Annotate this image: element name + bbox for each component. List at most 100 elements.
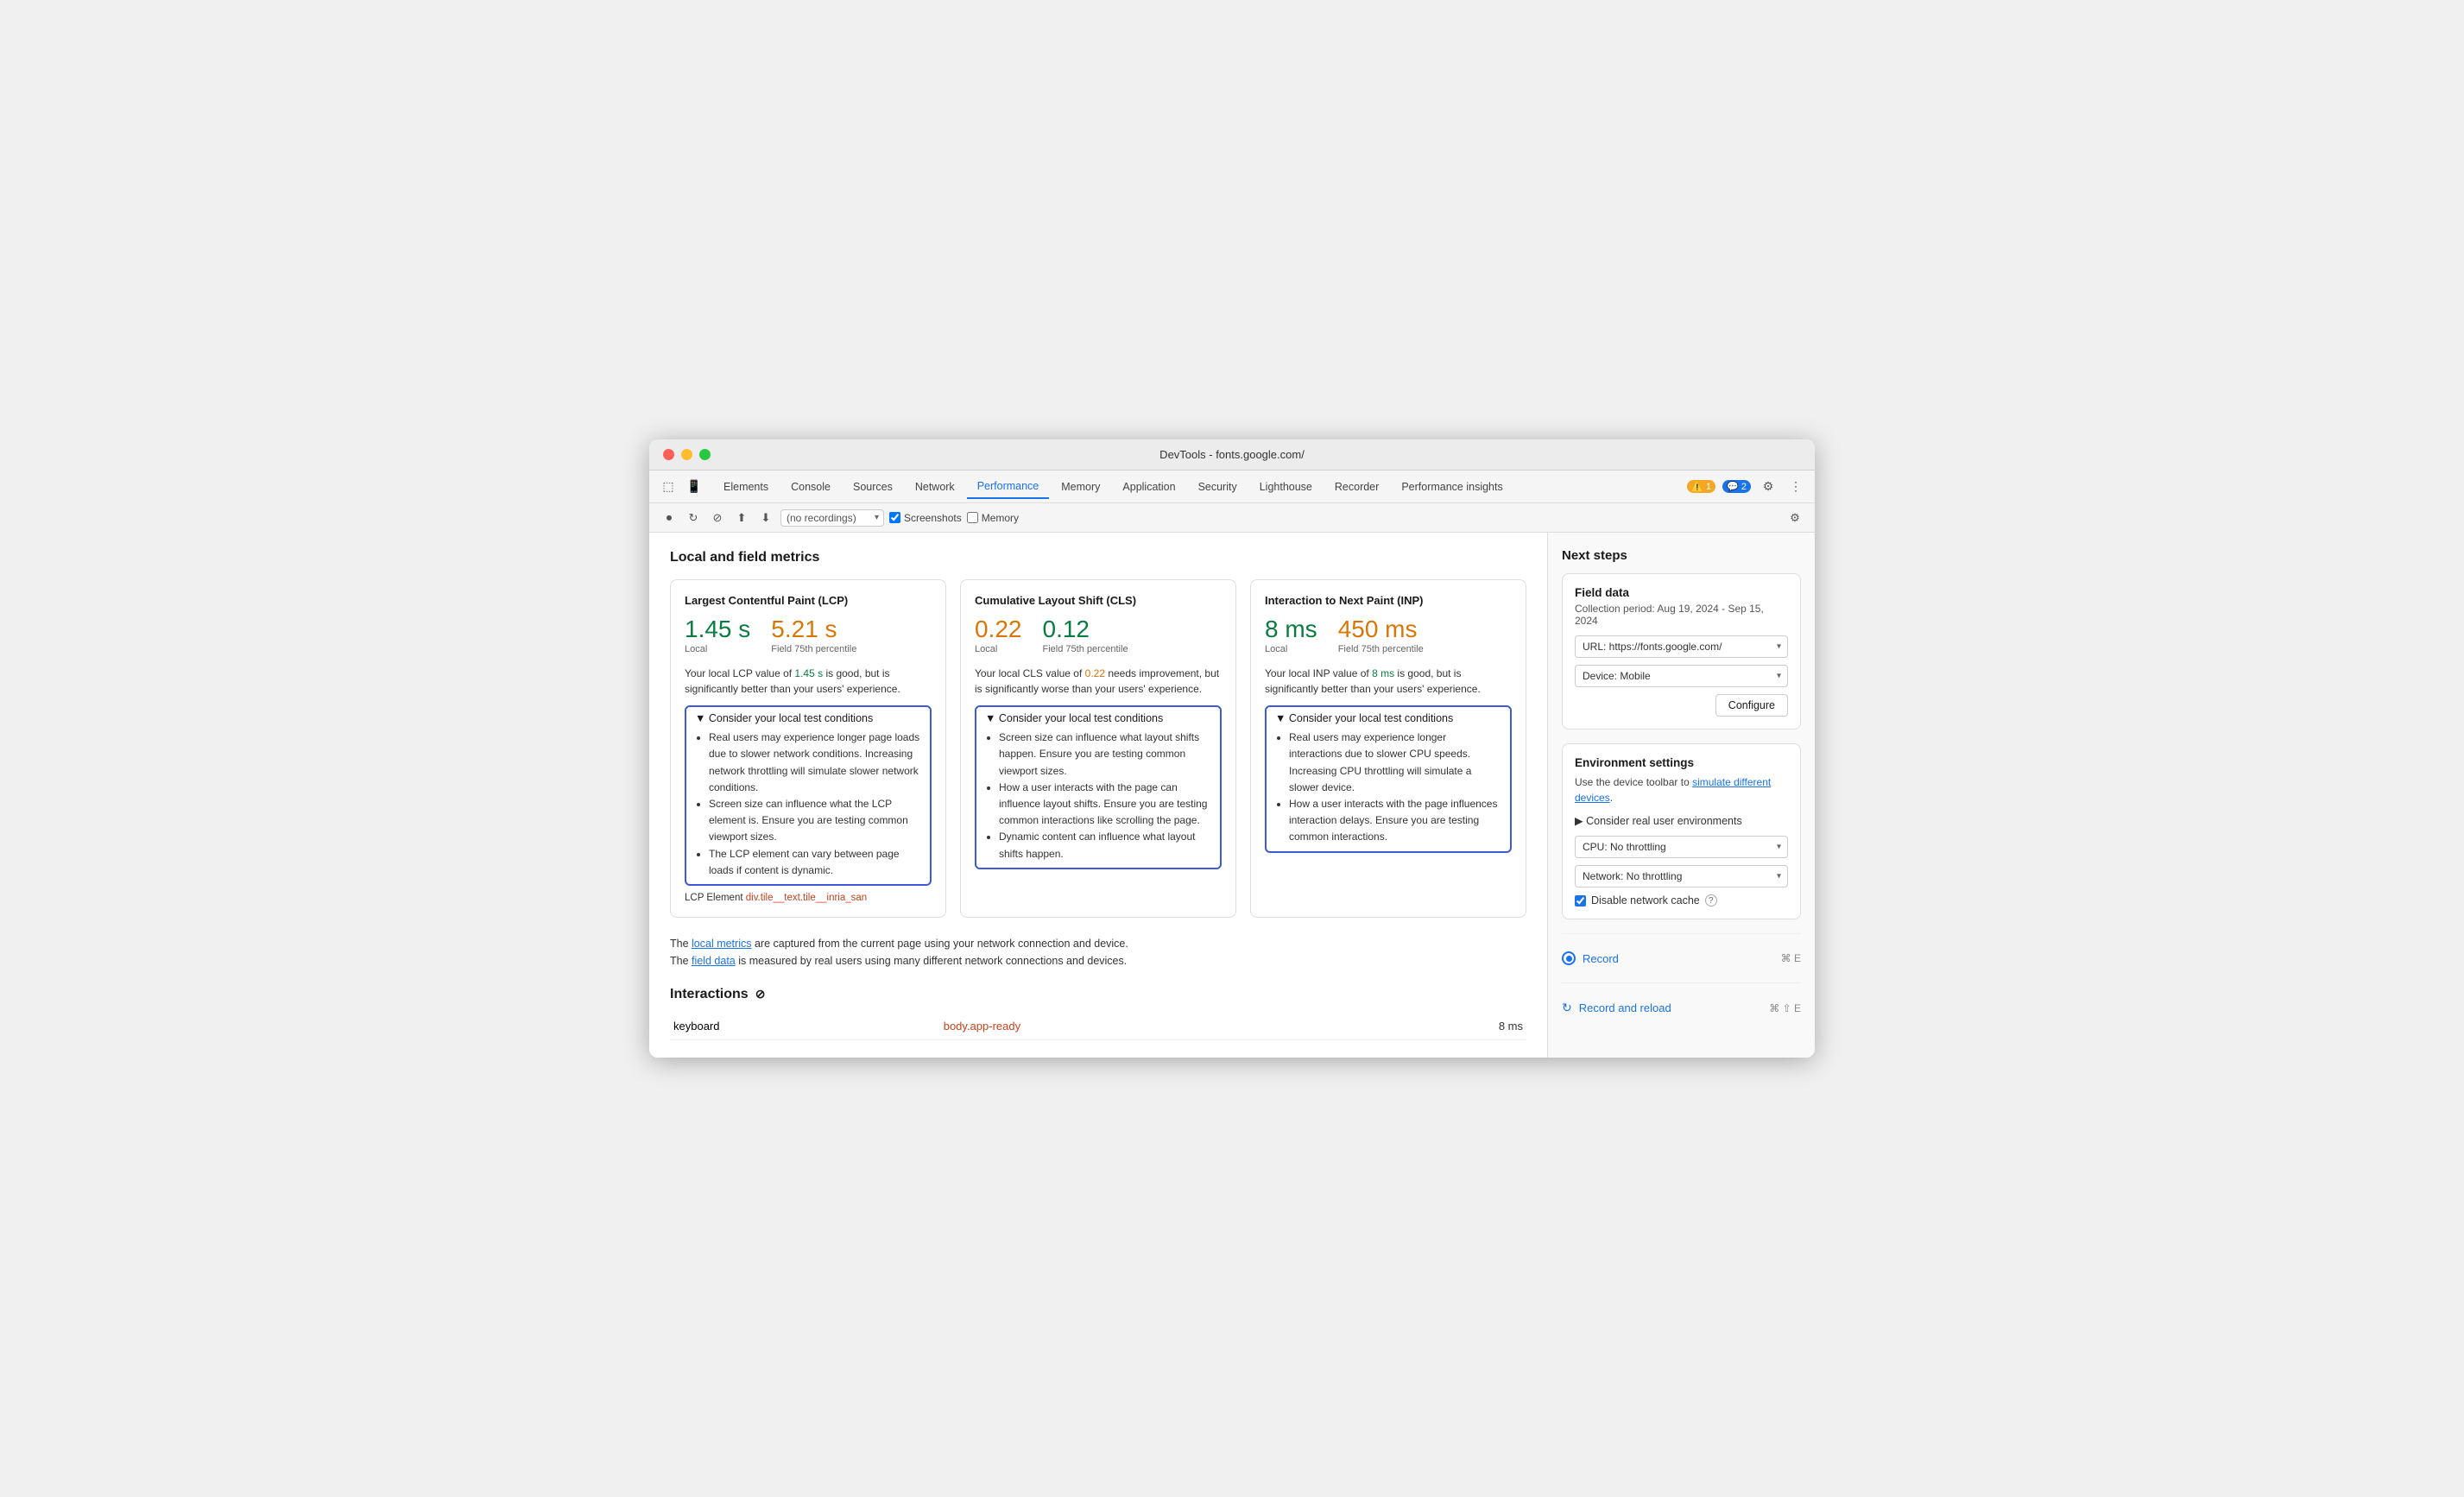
screenshots-checkbox[interactable] [889,512,900,523]
divider [1562,933,1801,934]
disable-cache-checkbox[interactable] [1575,895,1586,906]
local-metrics-link[interactable]: local metrics [692,938,751,950]
record-shortcut: ⌘ E [1781,952,1801,964]
reload-icon: ↻ [1562,1001,1572,1015]
lcp-consider-title[interactable]: ▼ Consider your local test conditions [695,712,921,724]
disable-cache-label: Disable network cache [1591,894,1700,906]
screenshots-checkbox-label[interactable]: Screenshots [889,512,962,524]
tab-lighthouse[interactable]: Lighthouse [1249,476,1323,498]
cls-local: 0.22 Local [975,616,1022,655]
close-button[interactable] [663,449,674,460]
lcp-consider-box[interactable]: ▼ Consider your local test conditions Re… [685,705,932,886]
record-reload-row[interactable]: ↻ Record and reload ⌘ ⇧ E [1562,995,1801,1020]
list-item: Screen size can influence what the LCP e… [709,796,921,846]
cls-consider-box[interactable]: ▼ Consider your local test conditions Sc… [975,705,1222,869]
more-icon[interactable]: ⋮ [1785,477,1806,497]
interaction-selector[interactable]: body.app-ready [944,1020,1020,1033]
lcp-local-value: 1.45 s [685,616,750,643]
inp-card: Interaction to Next Paint (INP) 8 ms Loc… [1250,579,1526,918]
field-data-link[interactable]: field data [692,955,736,967]
warning-badge: ⚠️ 1 [1687,480,1715,493]
record-button[interactable]: ⏺ [660,508,679,527]
inp-local: 8 ms Local [1265,616,1317,655]
list-item: How a user interacts with the page influ… [1289,796,1501,846]
device-icon[interactable]: 📱 [684,477,704,497]
interaction-name: keyboard [670,1013,940,1040]
env-card: Environment settings Use the device tool… [1562,743,1801,919]
device-select-wrapper[interactable]: Device: Mobile [1575,665,1788,687]
cls-field-label: Field 75th percentile [1043,643,1128,655]
download-button[interactable]: ⬇ [756,508,775,527]
url-select-wrapper[interactable]: URL: https://fonts.google.com/ [1575,635,1788,658]
cpu-select[interactable]: CPU: No throttling [1575,836,1788,858]
field-data-subtitle: Collection period: Aug 19, 2024 - Sep 15… [1575,603,1788,627]
disable-cache-row[interactable]: Disable network cache ? [1575,894,1788,906]
env-title: Environment settings [1575,756,1788,769]
cpu-select-wrapper[interactable]: CPU: No throttling [1575,836,1788,858]
tab-console[interactable]: Console [780,476,841,498]
configure-button[interactable]: Configure [1715,694,1788,717]
configure-btn-wrapper: Configure [1575,694,1788,717]
tab-network[interactable]: Network [905,476,965,498]
tab-performance[interactable]: Performance [967,475,1050,499]
settings-icon[interactable]: ⚙ [1758,477,1779,497]
maximize-button[interactable] [699,449,711,460]
sidebar-title: Next steps [1562,548,1801,563]
list-item: Real users may experience longer interac… [1289,730,1501,796]
tab-security[interactable]: Security [1188,476,1248,498]
field-data-title: Field data [1575,586,1788,599]
devtools-window: DevTools - fonts.google.com/ ⬚ 📱 Element… [649,439,1815,1058]
tab-recorder[interactable]: Recorder [1324,476,1389,498]
list-item: Real users may experience longer page lo… [709,730,921,796]
inp-field: 450 ms Field 75th percentile [1338,616,1424,655]
traffic-lights [663,449,711,460]
recordings-select[interactable]: (no recordings) [780,509,884,527]
info-icon: 💬 [1727,481,1739,492]
lcp-consider-list: Real users may experience longer page lo… [695,730,921,879]
cls-values: 0.22 Local 0.12 Field 75th percentile [975,616,1222,655]
content-area: Local and field metrics Largest Contentf… [649,533,1547,1058]
tab-application[interactable]: Application [1112,476,1185,498]
device-select[interactable]: Device: Mobile [1575,665,1788,687]
cls-consider-title[interactable]: ▼ Consider your local test conditions [985,712,1211,724]
help-icon[interactable]: ? [1705,894,1717,906]
inspect-icon[interactable]: ⬚ [658,477,679,497]
record-reload-shortcut: ⌘ ⇧ E [1769,1002,1801,1014]
footer-note: The local metrics are captured from the … [670,935,1526,970]
network-select-wrapper[interactable]: Network: No throttling [1575,865,1788,887]
list-item: Dynamic content can influence what layou… [999,829,1211,862]
inp-title: Interaction to Next Paint (INP) [1265,594,1512,607]
url-select[interactable]: URL: https://fonts.google.com/ [1575,635,1788,658]
settings-toolbar-icon[interactable]: ⚙ [1785,508,1804,527]
minimize-button[interactable] [681,449,692,460]
inp-consider-title[interactable]: ▼ Consider your local test conditions [1275,712,1501,724]
record-reload-label: ↻ Record and reload [1562,1001,1671,1015]
cls-local-label: Local [975,643,1022,655]
lcp-title: Largest Contentful Paint (LCP) [685,594,932,607]
refresh-button[interactable]: ↻ [684,508,703,527]
lcp-values: 1.45 s Local 5.21 s Field 75th percentil… [685,616,932,655]
network-select[interactable]: Network: No throttling [1575,865,1788,887]
lcp-local-label: Local [685,643,750,655]
tab-memory[interactable]: Memory [1051,476,1110,498]
consider-real-btn[interactable]: ▶ Consider real user environments [1575,814,1788,827]
recordings-select-wrapper[interactable]: (no recordings) [780,509,884,527]
clear-button[interactable]: ⊘ [708,508,727,527]
cls-consider-list: Screen size can influence what layout sh… [985,730,1211,862]
inp-consider-box[interactable]: ▼ Consider your local test conditions Re… [1265,705,1512,852]
field-data-card: Field data Collection period: Aug 19, 20… [1562,573,1801,730]
lcp-description: Your local LCP value of 1.45 s is good, … [685,666,932,697]
memory-checkbox-label[interactable]: Memory [967,512,1019,524]
window-title: DevTools - fonts.google.com/ [1159,448,1305,461]
tab-elements[interactable]: Elements [713,476,779,498]
record-row[interactable]: Record ⌘ E [1562,946,1801,970]
lcp-field-label: Field 75th percentile [771,643,856,655]
list-item: How a user interacts with the page can i… [999,780,1211,830]
table-row: keyboard body.app-ready 8 ms [670,1013,1526,1040]
tab-performance-insights[interactable]: Performance insights [1391,476,1513,498]
tab-sources[interactable]: Sources [843,476,903,498]
cls-title: Cumulative Layout Shift (CLS) [975,594,1222,607]
memory-checkbox[interactable] [967,512,978,523]
upload-button[interactable]: ⬆ [732,508,751,527]
info-badge: 💬 2 [1722,480,1751,493]
